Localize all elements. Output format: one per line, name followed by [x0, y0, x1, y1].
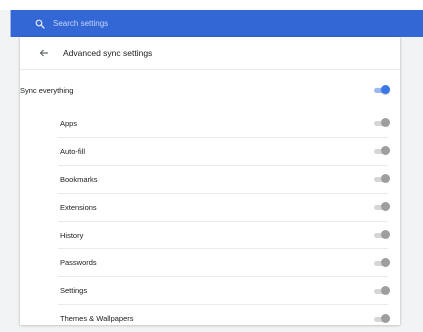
settings-header-bar [10, 10, 423, 37]
sync-item-label: Themes & Wallpapers [60, 314, 134, 324]
sync-item-label: History [60, 230, 84, 240]
sync-item-apps: Apps [58, 110, 390, 138]
sync-item-label: Apps [60, 118, 78, 128]
sync-item-label: Auto-fill [60, 146, 86, 156]
window-top-strip [0, 0, 423, 10]
search-icon[interactable] [33, 17, 47, 31]
bookmarks-toggle[interactable] [373, 174, 390, 184]
toggle-knob [381, 230, 390, 239]
sync-item-themes: Themes & Wallpapers [58, 305, 390, 332]
page-title: Advanced sync settings [63, 48, 153, 58]
sync-item-settings: Settings [58, 277, 390, 306]
sync-item-label: Passwords [60, 258, 97, 268]
sync-item-bookmarks: Bookmarks [58, 166, 390, 194]
themes-toggle[interactable] [373, 313, 390, 324]
toggle-knob [381, 174, 390, 184]
sync-everything-label: Sync everything [20, 85, 74, 95]
back-arrow-icon[interactable] [37, 46, 51, 60]
apps-toggle[interactable] [373, 118, 390, 128]
toggle-knob [381, 313, 390, 323]
sync-item-extensions: Extensions [58, 194, 390, 222]
toggle-knob [381, 285, 390, 295]
toggle-knob [381, 257, 390, 267]
sync-item-autofill: Auto-fill [58, 138, 390, 166]
toggle-knob [381, 85, 390, 94]
sync-item-label: Bookmarks [60, 174, 98, 184]
sync-everything-toggle[interactable] [373, 85, 390, 95]
sync-item-label: Settings [60, 286, 88, 296]
passwords-toggle[interactable] [373, 257, 390, 268]
sync-item-label: Extensions [60, 202, 97, 212]
settings-toggle[interactable] [373, 285, 390, 296]
page-header: Advanced sync settings [20, 37, 400, 70]
sync-item-passwords: Passwords [58, 249, 390, 278]
history-toggle[interactable] [373, 230, 390, 240]
sync-settings-card: Advanced sync settings Sync everything A… [20, 37, 400, 325]
toggle-knob [381, 146, 390, 156]
toggle-knob [381, 118, 390, 128]
extensions-toggle[interactable] [373, 202, 390, 212]
sync-everything-row: Sync everything [20, 70, 400, 110]
sync-item-history: History [58, 222, 390, 250]
autofill-toggle[interactable] [373, 146, 390, 156]
toggle-knob [381, 202, 390, 212]
search-input[interactable] [53, 19, 253, 28]
